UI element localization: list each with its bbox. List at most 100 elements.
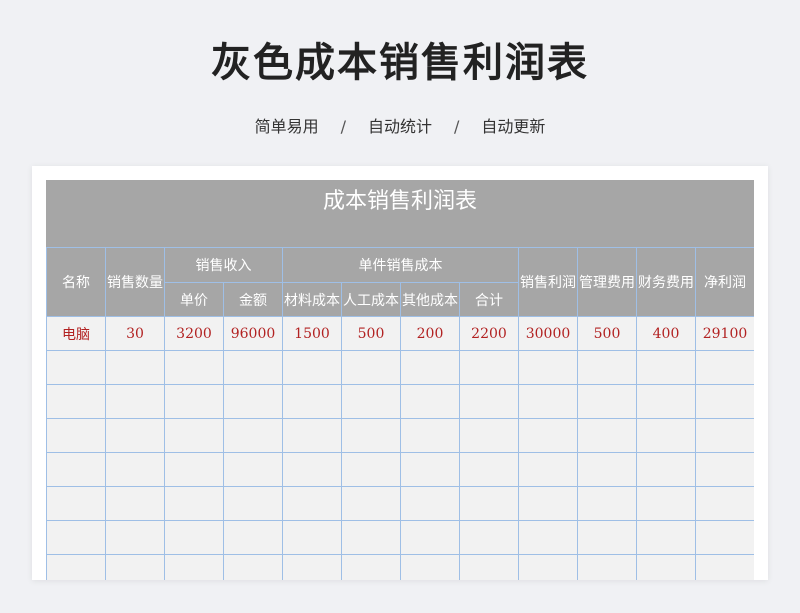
table-cell[interactable] [400, 520, 460, 555]
col-header-name[interactable]: 名称 [46, 247, 106, 317]
table-cell[interactable] [400, 452, 460, 487]
table-cell[interactable] [223, 486, 283, 521]
table-cell[interactable] [164, 418, 224, 453]
col-header-material-cost[interactable]: 材料成本 [282, 282, 342, 317]
table-cell[interactable] [105, 350, 165, 385]
col-header-revenue[interactable]: 销售收入 [164, 247, 283, 283]
table-cell[interactable] [518, 350, 578, 385]
table-cell[interactable] [636, 418, 696, 453]
table-cell[interactable] [223, 520, 283, 555]
table-cell[interactable] [164, 486, 224, 521]
table-cell[interactable] [636, 350, 696, 385]
table-cell[interactable] [400, 350, 460, 385]
table-cell[interactable]: 500 [577, 316, 637, 351]
table-cell[interactable] [341, 350, 401, 385]
table-cell[interactable]: 1500 [282, 316, 342, 351]
table-cell[interactable] [46, 350, 106, 385]
table-cell[interactable] [105, 384, 165, 419]
table-cell[interactable]: 2200 [459, 316, 519, 351]
table-cell[interactable] [518, 452, 578, 487]
col-header-other-cost[interactable]: 其他成本 [400, 282, 460, 317]
table-cell[interactable] [695, 520, 754, 555]
table-cell[interactable] [46, 418, 106, 453]
table-cell[interactable] [459, 384, 519, 419]
table-cell[interactable] [695, 418, 754, 453]
table-cell[interactable] [105, 520, 165, 555]
table-cell[interactable] [695, 486, 754, 521]
table-cell[interactable] [400, 384, 460, 419]
table-cell[interactable] [695, 554, 754, 580]
table-cell[interactable] [282, 554, 342, 580]
col-header-qty[interactable]: 销售数量 [105, 247, 165, 317]
table-cell[interactable] [577, 418, 637, 453]
table-cell[interactable] [46, 452, 106, 487]
col-header-finance-fee[interactable]: 财务费用 [636, 247, 696, 317]
table-cell[interactable] [518, 418, 578, 453]
table-cell[interactable] [518, 384, 578, 419]
table-cell[interactable] [341, 384, 401, 419]
table-cell[interactable]: 3200 [164, 316, 224, 351]
table-cell[interactable] [282, 384, 342, 419]
table-cell[interactable] [46, 384, 106, 419]
table-cell[interactable] [341, 554, 401, 580]
table-cell[interactable] [577, 486, 637, 521]
table-cell[interactable] [577, 520, 637, 555]
table-cell[interactable] [577, 452, 637, 487]
table-cell[interactable] [341, 452, 401, 487]
table-cell[interactable] [223, 554, 283, 580]
table-cell[interactable] [459, 520, 519, 555]
table-cell[interactable] [282, 350, 342, 385]
table-cell[interactable] [341, 520, 401, 555]
table-cell[interactable] [223, 418, 283, 453]
col-header-amount[interactable]: 金额 [223, 282, 283, 317]
table-cell[interactable] [46, 554, 106, 580]
col-header-unit-price[interactable]: 单价 [164, 282, 224, 317]
table-cell[interactable] [164, 384, 224, 419]
table-cell[interactable]: 96000 [223, 316, 283, 351]
table-cell[interactable] [341, 486, 401, 521]
table-cell[interactable]: 30000 [518, 316, 578, 351]
table-cell[interactable] [164, 554, 224, 580]
table-cell[interactable] [164, 520, 224, 555]
table-cell[interactable] [105, 486, 165, 521]
table-cell[interactable] [164, 452, 224, 487]
table-cell[interactable] [223, 452, 283, 487]
table-cell[interactable] [164, 350, 224, 385]
table-cell[interactable] [46, 520, 106, 555]
table-cell[interactable] [459, 486, 519, 521]
table-cell[interactable] [577, 554, 637, 580]
table-cell[interactable]: 电脑 [46, 316, 106, 351]
col-header-mgmt-fee[interactable]: 管理费用 [577, 247, 637, 317]
table-cell[interactable] [636, 384, 696, 419]
table-cell[interactable] [400, 418, 460, 453]
table-cell[interactable] [577, 350, 637, 385]
table-cell[interactable] [223, 350, 283, 385]
table-cell[interactable] [282, 520, 342, 555]
table-cell[interactable] [695, 350, 754, 385]
table-cell[interactable] [459, 554, 519, 580]
table-cell[interactable] [400, 486, 460, 521]
table-cell[interactable] [636, 486, 696, 521]
table-cell[interactable] [518, 520, 578, 555]
col-header-unit-cost[interactable]: 单件销售成本 [282, 247, 519, 283]
table-cell[interactable]: 500 [341, 316, 401, 351]
table-cell[interactable] [577, 384, 637, 419]
table-cell[interactable] [636, 554, 696, 580]
table-cell[interactable]: 400 [636, 316, 696, 351]
col-header-net-profit[interactable]: 净利润 [695, 247, 754, 317]
table-cell[interactable] [341, 418, 401, 453]
table-cell[interactable] [459, 452, 519, 487]
table-cell[interactable] [518, 554, 578, 580]
table-cell[interactable] [105, 452, 165, 487]
table-cell[interactable] [459, 418, 519, 453]
table-cell[interactable] [636, 452, 696, 487]
table-cell[interactable] [282, 452, 342, 487]
table-cell[interactable] [282, 418, 342, 453]
col-header-sales-profit[interactable]: 销售利润 [518, 247, 578, 317]
table-cell[interactable] [695, 384, 754, 419]
table-cell[interactable] [518, 486, 578, 521]
table-cell[interactable] [636, 520, 696, 555]
table-cell[interactable] [223, 384, 283, 419]
table-cell[interactable] [105, 418, 165, 453]
table-cell[interactable] [695, 452, 754, 487]
